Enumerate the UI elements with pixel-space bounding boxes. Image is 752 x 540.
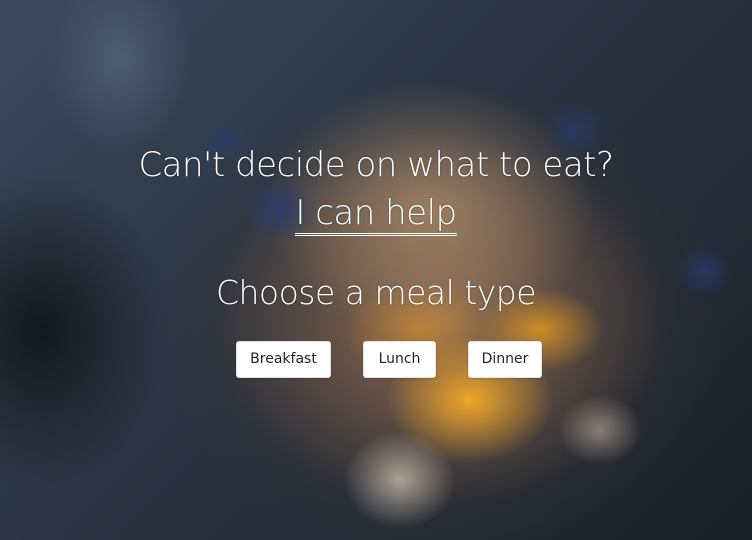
lunch-button[interactable]: Lunch xyxy=(363,341,436,378)
breakfast-button[interactable]: Breakfast xyxy=(236,341,331,378)
help-link[interactable]: I can help xyxy=(295,193,457,236)
meal-type-heading: Choose a meal type xyxy=(215,273,537,312)
dinner-button[interactable]: Dinner xyxy=(468,341,542,378)
hero-section: Can't decide on what to eat? I can help … xyxy=(0,0,752,540)
help-heading: I can help xyxy=(0,190,752,236)
page-title: Can't decide on what to eat? xyxy=(138,145,614,185)
